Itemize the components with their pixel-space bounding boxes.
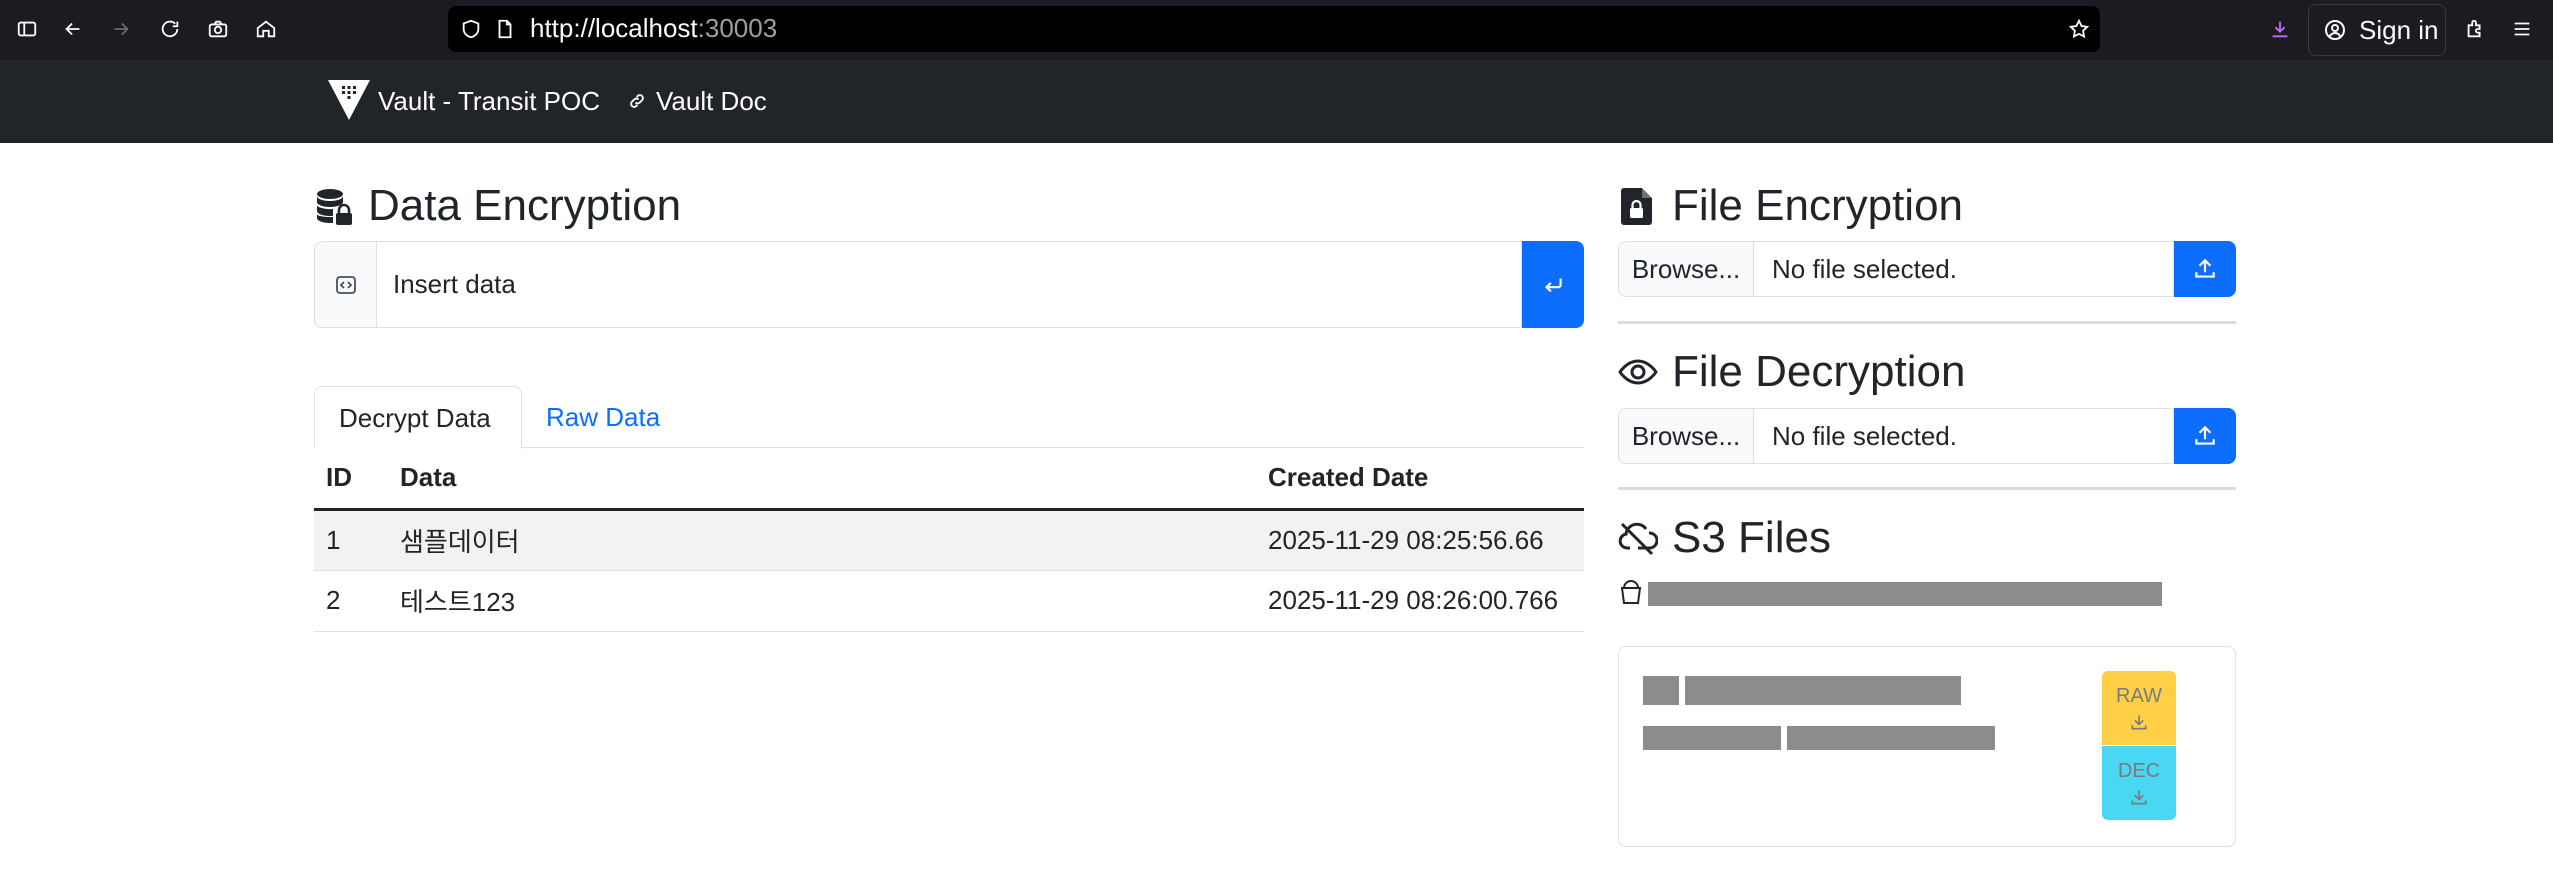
dec-label: DEC xyxy=(2117,760,2161,782)
table-row[interactable]: 2 테스트123 2025-11-29 08:26:00.766 xyxy=(314,570,1584,632)
upload-icon xyxy=(2195,425,2215,445)
download-dec-button[interactable]: DEC xyxy=(2102,746,2176,820)
data-input-group xyxy=(314,241,1584,328)
file-decryption-file-status[interactable]: No file selected. xyxy=(1754,408,2174,464)
account-icon xyxy=(2325,20,2345,40)
cell-data: 테스트123 xyxy=(388,570,1256,632)
bucket-icon xyxy=(1620,580,1642,604)
file-decryption-heading: File Decryption xyxy=(1618,344,1965,400)
download-raw-button[interactable]: RAW xyxy=(2102,671,2176,745)
cell-data: 샘플데이터 xyxy=(388,509,1256,571)
divider xyxy=(1618,321,2236,324)
menu-icon[interactable] xyxy=(2507,14,2537,44)
back-icon[interactable] xyxy=(58,14,88,44)
eye-icon xyxy=(1618,359,1658,385)
file-name-redacted xyxy=(1685,676,1961,705)
s3-files-title: S3 Files xyxy=(1672,513,1831,562)
code-file-icon xyxy=(335,275,356,294)
brand-title[interactable]: Vault - Transit POC xyxy=(378,84,600,118)
sign-in-label: Sign in xyxy=(2359,14,2439,45)
downloads-icon[interactable] xyxy=(2265,14,2295,44)
reload-icon[interactable] xyxy=(155,14,185,44)
file-encryption-browse-button[interactable]: Browse... xyxy=(1618,241,1754,297)
column-header-id: ID xyxy=(314,448,388,511)
file-date-redacted xyxy=(1643,726,1781,750)
cell-created-date: 2025-11-29 08:26:00.766 xyxy=(1256,570,1584,632)
file-encryption-title: File Encryption xyxy=(1672,181,1964,230)
cell-created-date: 2025-11-29 08:25:56.66 xyxy=(1256,509,1584,571)
file-encryption-input-group: Browse... No file selected. xyxy=(1618,241,2236,297)
bookmark-star-icon[interactable] xyxy=(2064,14,2094,44)
file-decryption-upload-button[interactable] xyxy=(2174,408,2236,464)
column-header-data: Data xyxy=(388,448,1256,511)
browser-toolbar: http://localhost:30003 Sign in xyxy=(0,0,2553,60)
cell-id: 1 xyxy=(314,509,388,571)
link-icon xyxy=(630,94,644,108)
divider xyxy=(1618,487,2236,490)
page-info-icon[interactable] xyxy=(490,14,520,44)
vault-logo-icon[interactable] xyxy=(326,78,372,122)
sidebar-toggle-icon[interactable] xyxy=(12,14,42,44)
upload-icon xyxy=(2195,258,2215,278)
shield-icon[interactable] xyxy=(456,14,486,44)
download-icon xyxy=(2131,790,2147,805)
home-icon[interactable] xyxy=(251,14,281,44)
file-lock-icon xyxy=(1621,188,1652,225)
enter-icon xyxy=(1544,278,1562,292)
download-icon xyxy=(2131,715,2147,730)
database-lock-icon xyxy=(317,189,352,225)
file-time-redacted xyxy=(1787,726,1995,750)
tab-raw-data[interactable]: Raw Data xyxy=(522,386,684,449)
data-tabs: Decrypt Data Raw Data xyxy=(314,386,1584,449)
table-row[interactable]: 1 샘플데이터 2025-11-29 08:25:56.66 xyxy=(314,509,1584,571)
sign-in-button[interactable]: Sign in xyxy=(2308,4,2446,56)
data-encryption-title: Data Encryption xyxy=(368,181,682,230)
file-decryption-browse-button[interactable]: Browse... xyxy=(1618,408,1754,464)
data-input[interactable] xyxy=(376,241,1522,328)
submit-data-button[interactable] xyxy=(1522,241,1584,328)
file-encryption-heading: File Encryption xyxy=(1618,178,1963,234)
cloud-slash-icon xyxy=(1618,522,1658,556)
vault-doc-link[interactable]: Vault Doc xyxy=(628,84,767,118)
bucket-name-redacted xyxy=(1648,582,2162,606)
tab-decrypt-data[interactable]: Decrypt Data xyxy=(314,386,522,449)
screenshot-icon[interactable] xyxy=(203,14,233,44)
cell-id: 2 xyxy=(314,570,388,632)
raw-label: RAW xyxy=(2116,685,2162,707)
file-encryption-file-status[interactable]: No file selected. xyxy=(1754,241,2174,297)
table-header-row: ID Data Created Date xyxy=(314,448,1584,511)
s3-files-heading: S3 Files xyxy=(1618,510,1831,566)
file-decryption-input-group: Browse... No file selected. xyxy=(1618,408,2236,464)
vault-doc-label: Vault Doc xyxy=(656,86,767,116)
data-table: ID Data Created Date 1 샘플데이터 2025-11-29 … xyxy=(314,448,1584,632)
file-id-redacted xyxy=(1643,676,1679,705)
extensions-icon[interactable] xyxy=(2460,14,2490,44)
file-decryption-title: File Decryption xyxy=(1672,347,1966,396)
column-header-created-date: Created Date xyxy=(1256,448,1584,511)
data-encryption-heading: Data Encryption xyxy=(314,178,681,234)
file-encryption-upload-button[interactable] xyxy=(2174,241,2236,297)
input-prefix xyxy=(314,241,376,328)
forward-icon[interactable] xyxy=(106,14,136,44)
url-text[interactable]: http://localhost:30003 xyxy=(530,12,777,44)
